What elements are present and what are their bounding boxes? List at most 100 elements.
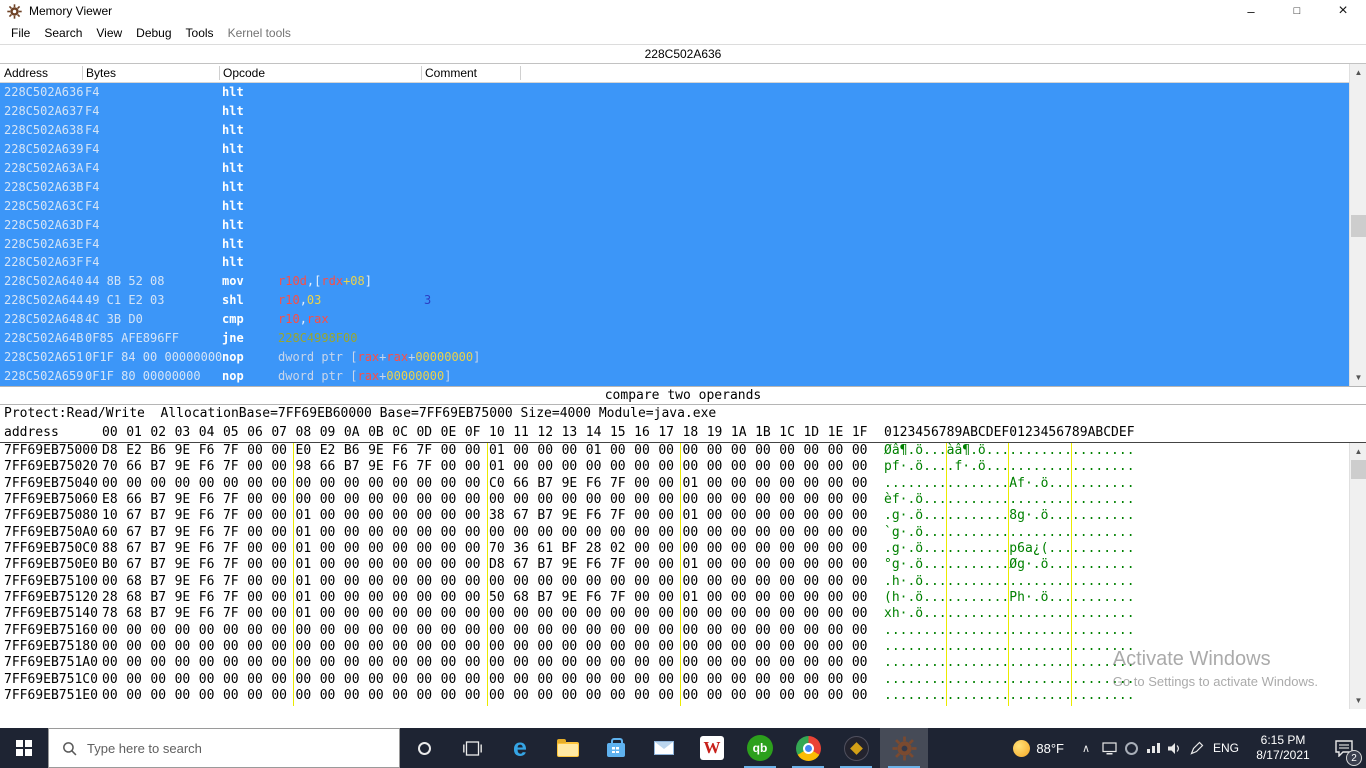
disasm-row[interactable]: 228C502A638 F4 hlt (0, 120, 1349, 140)
clock-time: 6:15 PM (1260, 733, 1306, 747)
disasm-row[interactable]: 228C502A648 4C 3B D0 cmp r10,rax (0, 310, 1349, 330)
cortana-icon (417, 741, 431, 755)
file-explorer-icon (557, 739, 579, 757)
column-comment: Comment (425, 66, 478, 80)
network-tray-icon[interactable] (1142, 742, 1164, 754)
hex-row[interactable]: 7FF69EB75000 D8 E2 B6 9E F6 7F 00 00 E0 E2 B6 9E F6 7F… (0, 443, 1366, 459)
maximize-button[interactable]: □ (1274, 0, 1320, 22)
minimize-button[interactable]: – (1228, 0, 1274, 22)
pen-tray-icon[interactable] (1186, 741, 1208, 755)
taskbar-search[interactable]: Type here to search (48, 728, 400, 768)
disasm-row[interactable]: 228C502A63C F4 hlt (0, 196, 1349, 216)
weather-sun-icon (1013, 739, 1031, 757)
edge-icon: e (513, 733, 527, 762)
app-gear-icon (7, 3, 22, 19)
hex-view-panel: Protect:Read/Write AllocationBase=7FF69E… (0, 405, 1366, 709)
disasm-row[interactable]: 228C502A63D F4 hlt (0, 215, 1349, 235)
disasm-row[interactable]: 228C502A64B 0F85 AFE896FF jne 228C4998F00 (0, 329, 1349, 349)
action-center-button[interactable]: 2 (1322, 728, 1366, 768)
windows-logo-icon (16, 740, 32, 756)
taskbar-item-gold-app[interactable] (832, 728, 880, 768)
hex-scrollbar[interactable]: ▲ ▼ (1349, 443, 1366, 709)
taskbar-item-cheat-engine[interactable] (880, 728, 928, 768)
volume-tray-icon[interactable] (1164, 742, 1186, 755)
taskbar-item-edge[interactable]: e (496, 728, 544, 768)
hex-row[interactable]: 7FF69EB75020 70 66 B7 9E F6 7F 00 00 98 66 B7 9E F6 7F… (0, 459, 1366, 475)
hex-offsets: 00 01 02 03 04 05 06 07 08 09 0A 0B 0C 0D 0E 0F 10 11 12 13… (102, 425, 868, 440)
search-icon (63, 741, 77, 755)
window-title: Memory Viewer (29, 4, 113, 18)
hex-row[interactable]: 7FF69EB75060 E8 66 B7 9E F6 7F 00 00 00 00 00 00 00 00… (0, 492, 1366, 508)
menu-tools[interactable]: Tools (179, 24, 221, 42)
scrollbar-thumb[interactable] (1351, 460, 1366, 479)
onedrive-tray-icon[interactable] (1120, 741, 1142, 755)
cortana-button[interactable] (400, 728, 448, 768)
weather-widget[interactable]: 88°F (1003, 739, 1074, 757)
cloud-icon (1124, 741, 1138, 755)
notification-badge: 2 (1346, 750, 1362, 766)
address-nav-bar[interactable]: 228C502A636 (0, 44, 1366, 64)
hex-row[interactable]: 7FF69EB750A0 60 67 B7 9E F6 7F 00 00 01 00 00 00 00 00… (0, 525, 1366, 541)
hex-row[interactable]: 7FF69EB75040 00 00 00 00 00 00 00 00 00 00 00 00 00 00… (0, 476, 1366, 492)
hex-address-label: address (4, 425, 59, 440)
task-view-icon (462, 740, 482, 756)
hex-row[interactable]: 7FF69EB75080 10 67 B7 9E F6 7F 00 00 01 00 00 00 00 00… (0, 508, 1366, 524)
hex-row[interactable]: 7FF69EB750E0 B0 67 B7 9E F6 7F 00 00 01 00 00 00 00 00… (0, 557, 1366, 573)
menu-kernel-tools[interactable]: Kernel tools (221, 24, 298, 42)
cheat-engine-gear-icon (892, 736, 916, 760)
display-tray-icon[interactable] (1098, 741, 1120, 755)
language-indicator[interactable]: ENG (1208, 741, 1244, 755)
disassembly-panel: Address Bytes Opcode Comment 228C502A636… (0, 64, 1366, 386)
disasm-row[interactable]: 228C502A63A F4 hlt (0, 158, 1349, 178)
column-address: Address (4, 66, 49, 80)
scroll-down-icon[interactable]: ▼ (1350, 692, 1366, 709)
taskbar-item-w-app[interactable]: W (688, 728, 736, 768)
hex-row[interactable]: 7FF69EB75180 00 00 00 00 00 00 00 00 00 00 00 00 00 00… (0, 639, 1366, 655)
hex-row[interactable]: 7FF69EB75140 78 68 B7 9E F6 7F 00 00 01 00 00 00 00 00… (0, 606, 1366, 622)
store-icon (607, 738, 625, 757)
title-bar: Memory Viewer – □ × (0, 0, 1366, 22)
hex-row[interactable]: 7FF69EB75100 00 68 B7 9E F6 7F 00 00 01 00 00 00 00 00… (0, 574, 1366, 590)
memory-viewer-window: Memory Viewer – □ × File Search View Deb… (0, 0, 1366, 768)
disasm-row[interactable]: 228C502A651 0F1F 84 00 00000000 nop dword p… (0, 348, 1349, 368)
menu-search[interactable]: Search (37, 24, 89, 42)
hex-row[interactable]: 7FF69EB751C0 00 00 00 00 00 00 00 00 00 00 00 00 00 00… (0, 672, 1366, 688)
taskbar-item-chrome[interactable] (784, 728, 832, 768)
temperature: 88°F (1036, 740, 1064, 756)
quickbooks-icon: qb (747, 735, 773, 761)
taskbar-item-quickbooks[interactable]: qb (736, 728, 784, 768)
hex-row[interactable]: 7FF69EB751E0 00 00 00 00 00 00 00 00 00 00 00 00 00 00… (0, 688, 1366, 704)
hex-row[interactable]: 7FF69EB75160 00 00 00 00 00 00 00 00 00 00 00 00 00 00… (0, 623, 1366, 639)
taskbar-item-store[interactable] (592, 728, 640, 768)
disasm-row[interactable]: 228C502A63F F4 hlt (0, 253, 1349, 273)
menu-debug[interactable]: Debug (129, 24, 178, 42)
hex-row[interactable]: 7FF69EB750C0 88 67 B7 9E F6 7F 00 00 01 00 00 00 00 00… (0, 541, 1366, 557)
taskbar-clock[interactable]: 6:15 PM 8/17/2021 (1244, 733, 1322, 763)
clock-date: 8/17/2021 (1256, 748, 1310, 762)
task-view-button[interactable] (448, 728, 496, 768)
disasm-row[interactable]: 228C502A63E F4 hlt (0, 234, 1349, 254)
disasm-row[interactable]: 228C502A636 F4 hlt (0, 83, 1349, 102)
start-button[interactable] (0, 728, 48, 768)
disasm-row[interactable]: 228C502A639 F4 hlt (0, 139, 1349, 159)
close-button[interactable]: × (1320, 0, 1366, 22)
menu-file[interactable]: File (4, 24, 37, 42)
tray-expand-button[interactable]: ∧ (1074, 742, 1098, 755)
disasm-row[interactable]: 228C502A659 0F1F 80 00000000 nop dword ptr … (0, 367, 1349, 386)
taskbar-item-mail[interactable] (640, 728, 688, 768)
search-placeholder: Type here to search (87, 740, 202, 756)
hex-row[interactable]: 7FF69EB751A0 00 00 00 00 00 00 00 00 00 00 00 00 00 00… (0, 655, 1366, 671)
disasm-row[interactable]: 228C502A63B F4 hlt (0, 177, 1349, 197)
disassembly-scrollbar[interactable]: ▲ ▼ (1349, 64, 1366, 386)
hex-row[interactable]: 7FF69EB75120 28 68 B7 9E F6 7F 00 00 01 00 00 00 00 00… (0, 590, 1366, 606)
scrollbar-thumb[interactable] (1351, 215, 1366, 237)
taskbar-item-explorer[interactable] (544, 728, 592, 768)
disasm-row[interactable]: 228C502A637 F4 hlt (0, 101, 1349, 121)
scroll-up-icon[interactable]: ▲ (1350, 64, 1366, 81)
disasm-row[interactable]: 228C502A640 44 8B 52 08 mov r10d,[rdx+08] (0, 272, 1349, 292)
scroll-up-icon[interactable]: ▲ (1350, 443, 1366, 460)
disasm-row[interactable]: 228C502A644 49 C1 E2 03 shl r10,03 3 (0, 291, 1349, 311)
w-app-icon: W (700, 736, 724, 760)
menu-view[interactable]: View (89, 24, 129, 42)
scroll-down-icon[interactable]: ▼ (1350, 369, 1366, 386)
